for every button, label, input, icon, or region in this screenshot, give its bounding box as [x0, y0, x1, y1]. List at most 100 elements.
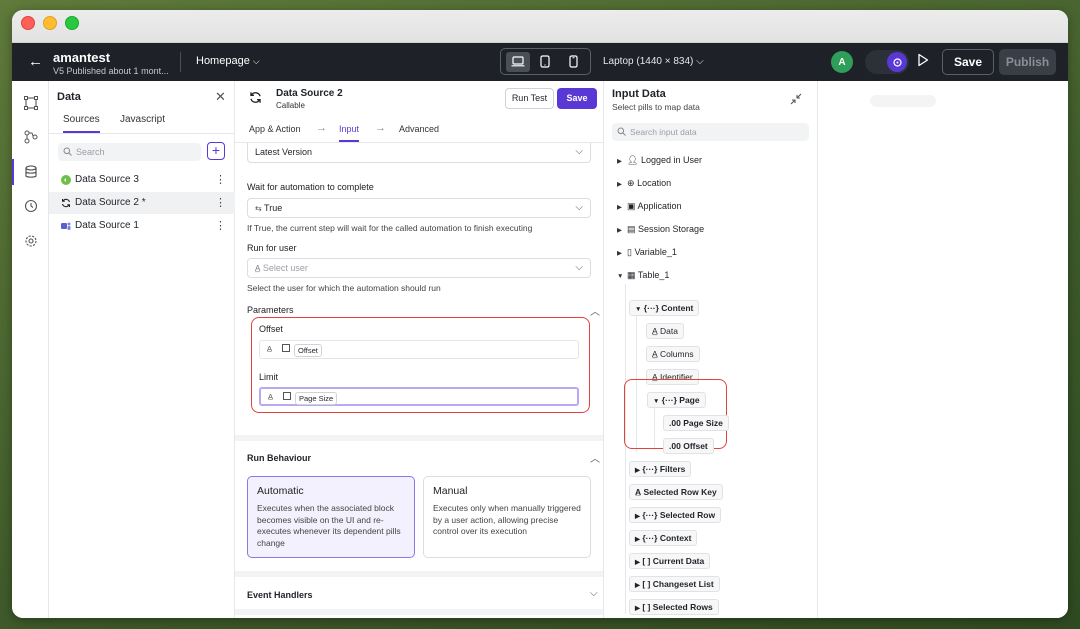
wait-select[interactable]: ⇆ True ⌵: [247, 198, 591, 218]
active-indicator: [12, 159, 14, 185]
step-tabs: App & Action → Input → Advanced: [235, 119, 603, 143]
workflow-icon[interactable]: [24, 130, 38, 144]
database-icon[interactable]: [24, 165, 38, 179]
tree-item-data[interactable]: A̲ Data: [646, 323, 685, 339]
tree-label: Variable_1: [634, 247, 677, 257]
panel-subtitle: Select pills to map data: [612, 102, 700, 112]
tree-item-page-size[interactable]: .00 Page Size: [663, 415, 729, 431]
tab-sources[interactable]: Sources: [63, 114, 100, 133]
tree-label: Filters: [659, 464, 686, 474]
tree-item-context[interactable]: ▶ {···} Context: [629, 530, 698, 546]
manual-option[interactable]: Manual Executes only when manually trigg…: [423, 476, 591, 558]
tree-item-table[interactable]: ▼ ▦ Table_1: [617, 267, 669, 283]
mobile-icon[interactable]: [561, 52, 585, 72]
more-icon[interactable]: ⋮: [215, 192, 226, 214]
tree-item-selected-row-key[interactable]: A̲ Selected Row Key: [629, 484, 723, 500]
tree-item-current-data[interactable]: ▶ [ ] Current Data: [629, 553, 711, 569]
chevron-up-icon[interactable]: ︿: [590, 303, 600, 318]
list-item[interactable]: Data Source 1 ⋮: [49, 215, 235, 237]
avatar[interactable]: A: [831, 51, 853, 73]
offset-param-input[interactable]: A̲ Offset: [259, 340, 579, 359]
run-for-user-select[interactable]: A̲ Select user ⌵: [247, 258, 591, 278]
teams-icon: [61, 222, 71, 230]
tree-item-content[interactable]: ▼ {···} Content: [629, 300, 700, 316]
more-icon[interactable]: ⋮: [215, 215, 226, 237]
option-desc: Executes only when manually triggered by…: [433, 503, 581, 536]
mapped-pill[interactable]: Page Size: [295, 392, 338, 405]
list-item[interactable]: Data Source 3 ⋮: [49, 169, 235, 191]
list-item[interactable]: Data Source 2 * ⋮: [49, 192, 235, 214]
minimize-window-button[interactable]: [43, 16, 57, 30]
wait-value: True: [264, 203, 283, 213]
tree-item-columns[interactable]: A̲ Columns: [646, 346, 700, 362]
chevron-down-icon[interactable]: ⌵: [590, 588, 598, 599]
maximize-window-button[interactable]: [65, 16, 79, 30]
top-bar: ← amantest V5 Published about 1 mont... …: [12, 43, 1068, 81]
tree-item-application[interactable]: ▶ ▣ Application: [617, 198, 682, 214]
tree-label: Location: [637, 178, 672, 188]
text-type-icon: A̲: [652, 349, 658, 359]
close-icon[interactable]: ✕: [215, 89, 226, 105]
mapped-pill[interactable]: Offset: [294, 344, 322, 357]
tree-guide: [625, 284, 626, 614]
input-data-panel: Input Data Select pills to map data Sear…: [604, 81, 818, 618]
text-type-icon: A̲: [268, 392, 274, 401]
collapse-icon[interactable]: [790, 93, 802, 105]
close-window-button[interactable]: [21, 16, 35, 30]
automatic-option[interactable]: Automatic Executes when the associated b…: [247, 476, 415, 558]
tree-item-page[interactable]: ▼ {···} Page: [647, 392, 706, 408]
more-icon[interactable]: ⋮: [215, 169, 226, 191]
tab-input[interactable]: Input: [339, 124, 360, 142]
search-icon: [617, 127, 626, 136]
tree-item-session-storage[interactable]: ▶ ▤ Session Storage: [617, 221, 704, 237]
tree-item-changeset-list[interactable]: ▶ [ ] Changeset List: [629, 576, 720, 592]
save-source-button[interactable]: Save: [557, 88, 597, 109]
layout-icon[interactable]: [24, 96, 38, 110]
publish-button[interactable]: Publish: [999, 49, 1056, 75]
refresh-icon: [61, 198, 71, 208]
data-tabs: Sources Javascript: [49, 114, 235, 134]
version-select[interactable]: Latest Version ⌵: [247, 143, 591, 163]
tree-item-offset[interactable]: .00 Offset: [663, 438, 714, 454]
search-input[interactable]: Search: [58, 143, 201, 161]
history-icon[interactable]: [24, 199, 38, 213]
ai-toggle[interactable]: [865, 50, 909, 74]
device-size-selector[interactable]: Laptop (1440 × 834) ⌵: [603, 56, 704, 67]
tablet-icon[interactable]: [533, 52, 557, 72]
tree-item-filters[interactable]: ▶ {···} Filters: [629, 461, 692, 477]
tree-item-logged-in-user[interactable]: ▶ 👤︎ Logged in User: [617, 152, 702, 168]
tree-item-variable[interactable]: ▶ ▯ Variable_1: [617, 244, 677, 260]
run-for-user-hint: Select the user for which the automation…: [247, 283, 441, 293]
tree-item-selected-row[interactable]: ▶ {···} Selected Row: [629, 507, 722, 523]
page-selector[interactable]: Homepage ⌵: [196, 55, 260, 67]
tree-item-selected-rows[interactable]: ▶ [ ] Selected Rows: [629, 599, 719, 615]
tree-label: Selected Row: [659, 510, 716, 520]
gear-icon[interactable]: [24, 234, 38, 248]
app-canvas[interactable]: [818, 81, 1068, 618]
event-handlers-label: Event Handlers: [247, 590, 313, 600]
tree-label: Logged in User: [640, 155, 702, 165]
tab-advanced[interactable]: Advanced: [399, 124, 439, 134]
source-label: Data Source 1: [75, 220, 139, 231]
back-arrow-icon[interactable]: ←: [28, 54, 43, 69]
play-icon[interactable]: [917, 53, 929, 70]
run-for-user-label: Run for user: [247, 243, 297, 253]
triangle-down-icon: ▼: [635, 306, 642, 313]
chevron-up-icon[interactable]: ︿: [590, 450, 600, 465]
save-button[interactable]: Save: [942, 49, 994, 75]
chevron-down-icon: ⌵: [575, 146, 583, 157]
limit-param-input[interactable]: A̲ Page Size: [259, 387, 579, 406]
tab-javascript[interactable]: Javascript: [120, 114, 165, 131]
tree-label: Data: [660, 326, 679, 336]
triangle-right-icon: ▶: [635, 513, 640, 520]
tree-label: Current Data: [652, 556, 705, 566]
tree-label: Context: [659, 533, 692, 543]
input-data-search[interactable]: Search input data: [612, 123, 809, 141]
number-type-icon: .00: [669, 418, 681, 428]
run-test-button[interactable]: Run Test: [505, 88, 554, 109]
tab-app-action[interactable]: App & Action: [249, 124, 301, 134]
laptop-icon[interactable]: [505, 51, 530, 72]
tree-label: Offset: [683, 441, 708, 451]
add-source-button[interactable]: +: [207, 142, 225, 160]
tree-item-location[interactable]: ▶ ⊕ Location: [617, 175, 671, 191]
